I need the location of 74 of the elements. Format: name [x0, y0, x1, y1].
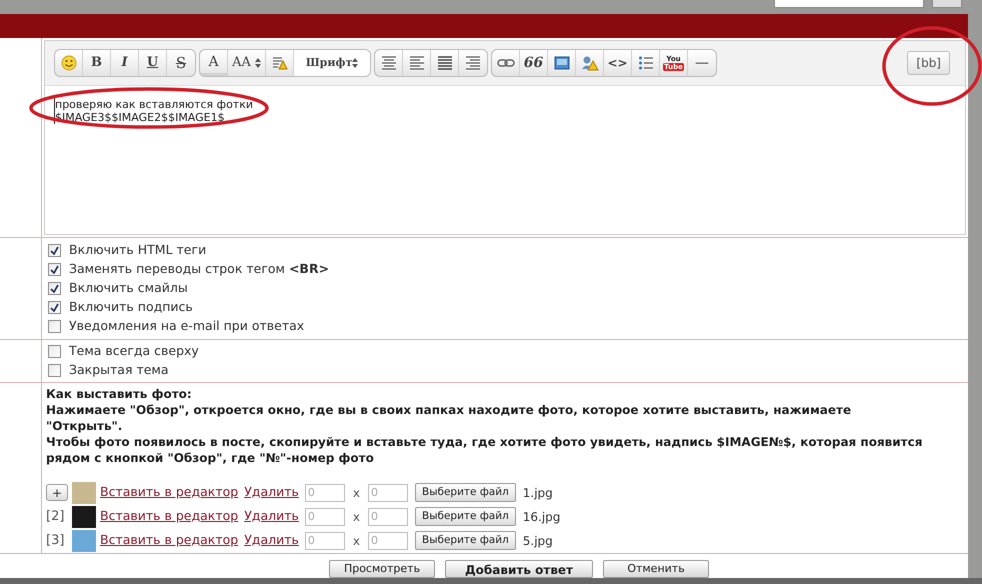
- width-field[interactable]: 0: [304, 532, 345, 550]
- checkbox[interactable]: [48, 263, 61, 276]
- checkbox[interactable]: [48, 301, 61, 314]
- message-text: проверяю как вставляются фотки $IMAGE3$$IMAGE2$$IMAGE1$: [54, 98, 254, 124]
- submit-button[interactable]: Добавить ответ: [445, 560, 593, 578]
- choose-file-button[interactable]: Выберите файл: [414, 531, 516, 550]
- strikethrough-button[interactable]: S: [167, 50, 195, 76]
- height-field[interactable]: 0: [368, 532, 408, 550]
- insert-link[interactable]: Вставить в редактор: [100, 531, 238, 550]
- bbcode-mode-button[interactable]: [bb]: [907, 51, 950, 75]
- bold-button[interactable]: B: [83, 50, 111, 76]
- checkbox[interactable]: [48, 345, 61, 358]
- font-select[interactable]: Шрифт: [294, 50, 370, 76]
- option-label: Закрытая тема: [69, 361, 169, 380]
- height-field[interactable]: 0: [368, 484, 408, 502]
- file-name: 5.jpg: [522, 532, 553, 550]
- font-color-button[interactable]: A: [200, 50, 228, 76]
- option-label: Включить HTML теги: [69, 241, 206, 260]
- delete-link[interactable]: Удалить: [244, 507, 299, 526]
- option-label: Включить смайлы: [69, 279, 188, 298]
- search-button[interactable]: [932, 0, 962, 8]
- checkbox[interactable]: [48, 282, 61, 295]
- option-label: Включить подпись: [69, 298, 193, 316]
- form-button[interactable]: Отменить: [603, 560, 709, 578]
- checkbox[interactable]: [48, 364, 61, 377]
- option-label: Тема всегда сверху: [69, 342, 199, 360]
- quote-button[interactable]: 66: [520, 50, 548, 76]
- align-right-icon: [465, 56, 481, 70]
- highlighter-icon: [272, 55, 288, 71]
- width-field[interactable]: 0: [304, 484, 345, 502]
- option-label: Уведомления на e-mail при ответах: [69, 317, 304, 336]
- smiley-icon: [60, 55, 76, 71]
- photo-thumbnail: [72, 482, 96, 504]
- delete-link[interactable]: Удалить: [244, 483, 299, 502]
- file-name: 1.jpg: [522, 484, 553, 502]
- underline-button[interactable]: U: [139, 50, 167, 76]
- italic-button[interactable]: I: [111, 50, 139, 76]
- code-button[interactable]: <>: [604, 50, 632, 76]
- dimension-separator: x: [352, 532, 361, 550]
- file-name: 16.jpg: [522, 508, 560, 526]
- delete-link[interactable]: Удалить: [244, 531, 299, 550]
- option-label: Заменять переводы строк тегом <BR>: [69, 260, 330, 278]
- checkbox[interactable]: [48, 320, 61, 333]
- spinner-arrows-icon: [352, 58, 358, 68]
- align-left-icon: [408, 56, 424, 70]
- height-field[interactable]: 0: [368, 508, 408, 526]
- horizontal-rule-button[interactable]: —: [688, 50, 716, 76]
- picture-icon: [554, 56, 570, 70]
- help-paragraph: Чтобы фото появилось в посте, скопируйте и вставьте туда, где хотите фото увидеть, надпись $IMAGE№$, которая появится рядом с кнопкой "Обзор", где "№"-номер фото: [46, 434, 924, 466]
- photo-thumbnail: [72, 530, 96, 552]
- choose-file-button[interactable]: Выберите файл: [414, 483, 516, 502]
- attachment-number: [2]: [46, 508, 66, 526]
- font-size-button[interactable]: AA: [228, 50, 266, 76]
- attachment-number: [3]: [46, 532, 66, 550]
- message-textarea[interactable]: проверяю как вставляются фотки $IMAGE3$$IMAGE2$$IMAGE1$: [45, 86, 965, 234]
- photo-thumbnail: [72, 506, 96, 528]
- spinner-arrows-icon: [254, 58, 261, 68]
- help-paragraph: Нажимаете "Обзор", откроется окно, где вы в своих папках находите фото, которое хотите выставить, нажимаете "Открыть".: [46, 402, 852, 434]
- dimension-separator: x: [352, 508, 361, 526]
- help-heading: Как выставить фото:: [46, 386, 193, 402]
- bulleted-list-icon: [638, 55, 654, 71]
- insert-link[interactable]: Вставить в редактор: [100, 483, 238, 502]
- chain-link-icon: [496, 58, 514, 68]
- form-button[interactable]: Просмотреть: [329, 560, 435, 578]
- align-center-icon: [380, 56, 396, 70]
- insert-link[interactable]: Вставить в редактор: [100, 507, 238, 526]
- user-warning-icon: [580, 55, 598, 71]
- add-button[interactable]: +: [46, 484, 68, 501]
- search-field[interactable]: [774, 0, 924, 8]
- dimension-separator: x: [352, 484, 361, 502]
- align-justify-icon: [436, 56, 452, 70]
- choose-file-button[interactable]: Выберите файл: [414, 507, 516, 526]
- width-field[interactable]: 0: [304, 508, 345, 526]
- checkbox[interactable]: [48, 244, 61, 257]
